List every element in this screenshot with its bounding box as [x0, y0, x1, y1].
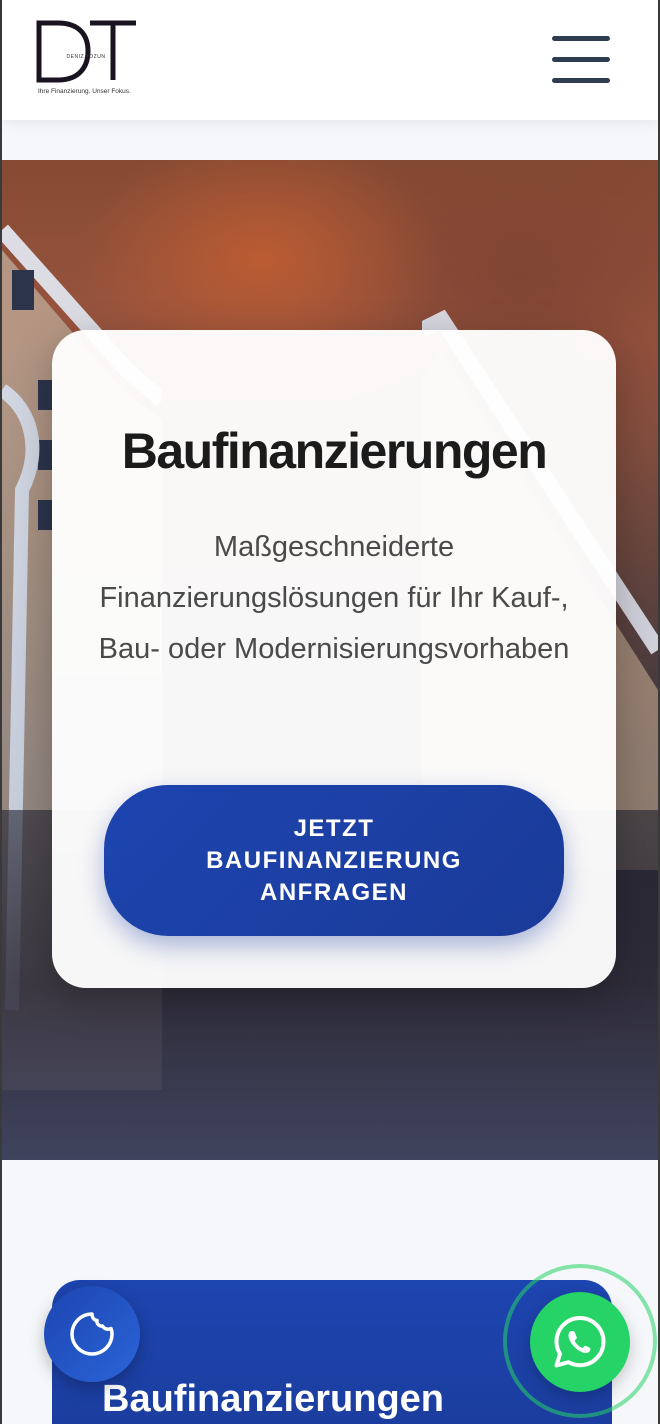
menu-line — [552, 57, 610, 62]
logo[interactable]: DENIZ TOZUN Ihre Finanzierung. Unser Fok… — [36, 20, 138, 100]
logo-mark — [36, 20, 136, 83]
whatsapp-chat-button[interactable] — [530, 1292, 630, 1392]
hero-title: Baufinanzierungen — [121, 423, 548, 479]
section-title: Baufinanzierungen — [102, 1378, 445, 1420]
menu-line — [552, 78, 610, 83]
whatsapp-icon — [554, 1316, 606, 1368]
logo-tagline: Ihre Finanzierung. Unser Fokus. — [38, 88, 131, 95]
cookie-settings-button[interactable] — [44, 1286, 140, 1382]
hero-subtitle: Maßgeschneiderte Finanzierungslösungen f… — [98, 531, 570, 665]
site-header: DENIZ TOZUN Ihre Finanzierung. Unser Fok… — [2, 0, 658, 120]
menu-line — [552, 36, 610, 41]
logo-name: DENIZ TOZUN — [66, 54, 106, 60]
cookie-icon — [70, 1312, 114, 1356]
hero-card: Baufinanzierungen Maßgeschneiderte Finan… — [52, 330, 616, 988]
hamburger-menu-button[interactable] — [552, 36, 610, 84]
request-financing-button[interactable]: JETZT BAUFINANZIERUNG ANFRAGEN — [104, 785, 564, 936]
